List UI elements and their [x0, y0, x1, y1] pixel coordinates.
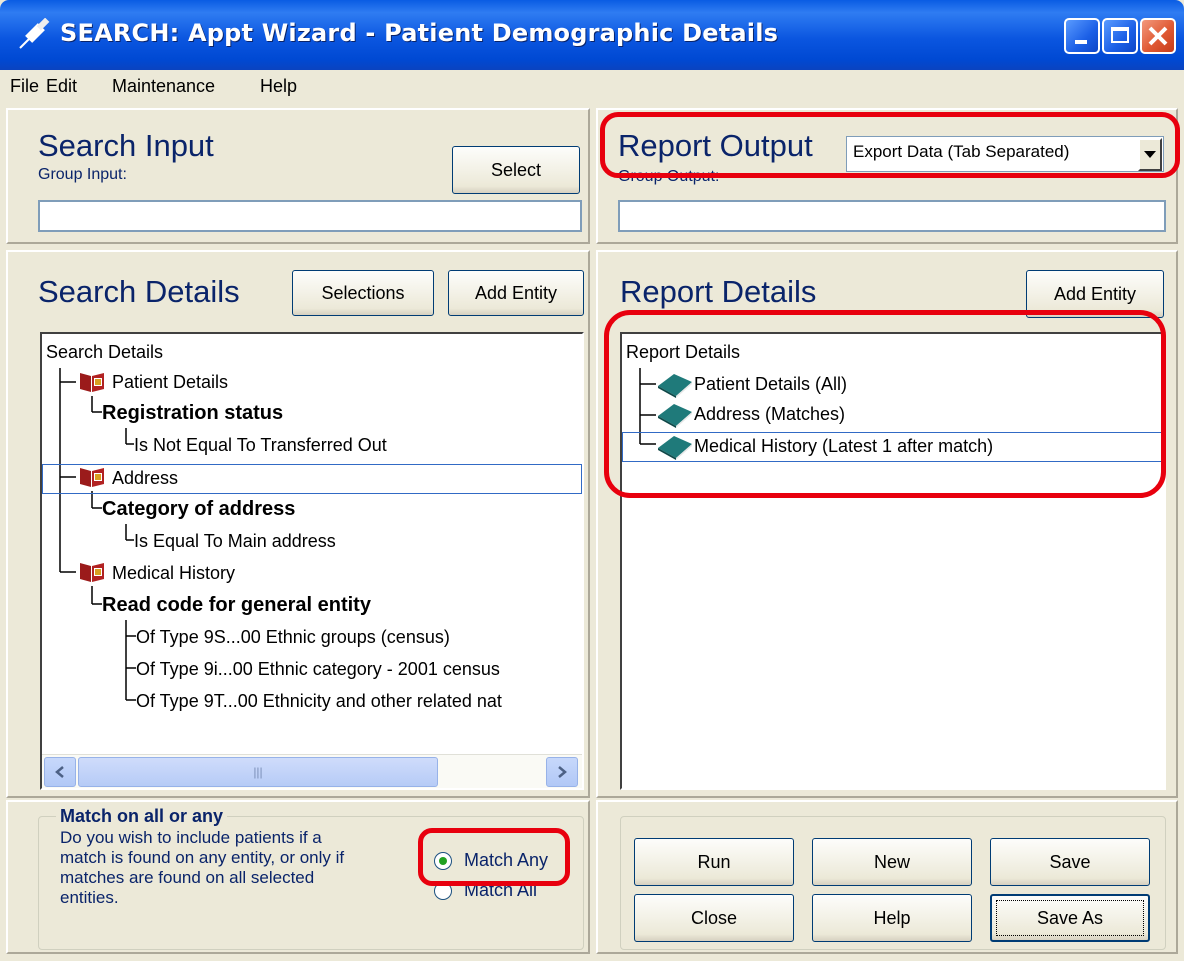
match-any-label[interactable]: Match Any: [464, 850, 548, 871]
menu-maintenance[interactable]: Maintenance: [112, 76, 215, 97]
match-description-line-2: match is found on any entity, or only if: [60, 848, 345, 867]
tree-type-9t[interactable]: Of Type 9T...00 Ethnicity and other rela…: [136, 687, 502, 715]
match-panel: Match on all or any Do you wish to inclu…: [6, 800, 590, 954]
entity-book-icon: [80, 373, 104, 392]
chevron-right-icon: [558, 766, 567, 778]
match-description-line-1: Do you wish to include patients if a: [60, 828, 322, 847]
scroll-left-button[interactable]: [44, 757, 76, 787]
tree-transferred-out[interactable]: Is Not Equal To Transferred Out: [134, 431, 387, 459]
report-format-value: Export Data (Tab Separated): [853, 142, 1070, 161]
report-tree-patient-details[interactable]: Patient Details (All): [694, 370, 847, 398]
radio-selected-dot: [439, 857, 447, 865]
search-input-panel: Search Input Group Input: Select: [6, 108, 590, 244]
close-window-button[interactable]: [1140, 18, 1176, 54]
minimize-button[interactable]: [1064, 18, 1100, 54]
scroll-thumb[interactable]: |||: [78, 757, 438, 787]
select-button[interactable]: Select: [452, 146, 580, 194]
grip-icon: |||: [253, 765, 263, 779]
group-input-label: Group Input:: [38, 166, 127, 183]
window-title: SEARCH: Appt Wizard - Patient Demographi…: [60, 19, 779, 47]
run-button[interactable]: Run: [634, 838, 794, 886]
app-window: SEARCH: Appt Wizard - Patient Demographi…: [0, 0, 1184, 961]
menu-bar: File Edit Maintenance Help: [0, 70, 1184, 102]
search-details-heading: Search Details: [38, 274, 240, 309]
help-button[interactable]: Help: [812, 894, 972, 942]
match-all-radio[interactable]: [434, 882, 452, 900]
save-as-button[interactable]: Save As: [990, 894, 1150, 942]
report-output-heading: Report Output: [618, 128, 813, 163]
group-output-label: Group Output:: [618, 168, 720, 185]
tree-type-9s[interactable]: Of Type 9S...00 Ethnic groups (census): [136, 623, 450, 651]
search-input-heading: Search Input: [38, 128, 214, 163]
report-add-entity-button[interactable]: Add Entity: [1026, 270, 1164, 318]
report-tree-medical-history[interactable]: Medical History (Latest 1 after match): [694, 432, 993, 460]
report-tree-address[interactable]: Address (Matches): [694, 400, 845, 428]
maximize-button[interactable]: [1102, 18, 1138, 54]
tree-type-9i[interactable]: Of Type 9i...00 Ethnic category - 2001 c…: [136, 655, 500, 683]
tree-read-code[interactable]: Read code for general entity: [102, 591, 371, 619]
report-book-icon: [658, 404, 692, 428]
horizontal-scrollbar[interactable]: |||: [42, 754, 582, 788]
entity-book-icon: [80, 468, 104, 487]
close-button[interactable]: Close: [634, 894, 794, 942]
new-button[interactable]: New: [812, 838, 972, 886]
tree-root[interactable]: Search Details: [46, 338, 163, 366]
chevron-left-icon: [55, 766, 64, 778]
report-tree-root[interactable]: Report Details: [626, 338, 740, 366]
add-entity-button[interactable]: Add Entity: [448, 270, 584, 316]
report-details-panel: Report Details Add Entity Report Details…: [596, 250, 1178, 798]
match-groupbox-title: Match on all or any: [56, 806, 228, 827]
tree-medical-history[interactable]: Medical History: [112, 559, 235, 587]
minimize-icon: [1075, 40, 1087, 44]
scroll-right-button[interactable]: [546, 757, 578, 787]
group-output-field[interactable]: [618, 200, 1166, 232]
menu-help[interactable]: Help: [260, 76, 297, 97]
selections-button[interactable]: Selections: [292, 270, 434, 316]
match-description-line-3: matches are found on all selected: [60, 868, 315, 887]
actions-panel: Run New Save Close Help Save As: [596, 800, 1178, 954]
tree-category-of-address[interactable]: Category of address: [102, 495, 295, 523]
dropdown-arrow-button[interactable]: [1138, 138, 1162, 171]
tree-registration-status[interactable]: Registration status: [102, 399, 283, 427]
report-format-dropdown[interactable]: Export Data (Tab Separated): [846, 136, 1164, 172]
search-details-tree[interactable]: Search Details Patient Details Registrat…: [40, 332, 584, 790]
tree-address[interactable]: Address: [112, 464, 178, 492]
save-button[interactable]: Save: [990, 838, 1150, 886]
report-details-tree[interactable]: Report Details Patient Details (All) Add…: [620, 332, 1166, 790]
match-description-line-4: entities.: [60, 888, 119, 907]
search-details-panel: Search Details Selections Add Entity Sea…: [6, 250, 590, 798]
report-book-icon: [658, 436, 692, 460]
report-details-heading: Report Details: [620, 274, 817, 309]
menu-edit[interactable]: Edit: [46, 76, 77, 97]
tree-main-address[interactable]: Is Equal To Main address: [134, 527, 336, 555]
chevron-down-icon: [1144, 151, 1156, 158]
report-output-panel: Report Output Group Output: Export Data …: [596, 108, 1178, 244]
group-input-field[interactable]: [38, 200, 582, 232]
report-book-icon: [658, 374, 692, 398]
maximize-icon: [1111, 27, 1129, 43]
tree-patient-details[interactable]: Patient Details: [112, 368, 228, 396]
syringe-icon: [19, 18, 50, 49]
entity-book-icon: [80, 563, 104, 582]
menu-file[interactable]: File: [10, 76, 39, 97]
close-icon: [1148, 26, 1168, 46]
match-all-label[interactable]: Match All: [464, 880, 537, 901]
title-bar[interactable]: SEARCH: Appt Wizard - Patient Demographi…: [0, 0, 1184, 70]
match-any-radio[interactable]: [434, 852, 452, 870]
